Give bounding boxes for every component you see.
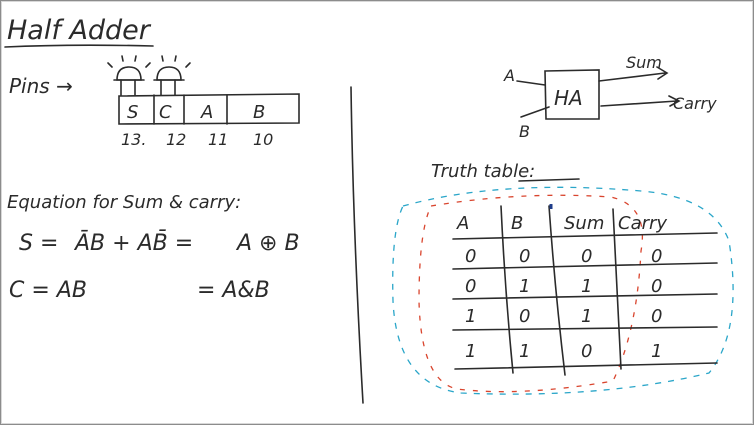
table-cell: 0 [581, 341, 592, 362]
table-cell: 0 [519, 246, 530, 267]
block-label: HA [554, 86, 583, 110]
table-cell: 0 [519, 306, 530, 327]
pin-number: 13. [121, 130, 146, 149]
pin-number: 12 [166, 130, 186, 149]
table-header: A [456, 213, 469, 234]
pins-label: Pins → [9, 74, 73, 98]
sum-equation-xor: A ⊕ B [235, 231, 300, 256]
equation-heading: Equation for Sum & carry: [7, 192, 241, 213]
table-cell: 0 [651, 276, 662, 297]
carry-equation-lhs: C = AB [9, 278, 87, 303]
table-cell: 0 [465, 276, 476, 297]
led-carry-icon [153, 55, 191, 96]
table-cell: 1 [465, 306, 476, 327]
pin-letter: S [127, 102, 138, 123]
sum-equation-terms: ĀB + AB̄ = [73, 230, 193, 256]
pin-letter: C [159, 102, 172, 123]
table-cell: 1 [651, 341, 662, 362]
table-cell: 0 [651, 246, 662, 267]
pin-number: 10 [253, 130, 273, 149]
whiteboard-drawing: Half Adder Pins → SCAB 13. 12 11 10 Equatio… [4, 15, 734, 404]
block-output-sum: Sum [626, 53, 662, 72]
pin-numbers: 13. 12 11 10 [121, 130, 273, 149]
title-underline [4, 44, 154, 48]
pin-letter: A [200, 102, 213, 123]
dashed-outline-red [418, 194, 643, 393]
led-sum-icon [107, 55, 151, 96]
truth-table-title: Truth table: [431, 161, 535, 182]
table-cell: 1 [519, 276, 530, 297]
table-cell: 1 [581, 306, 592, 327]
block-input-a: A [503, 66, 515, 85]
block-output-carry: Carry [673, 94, 717, 113]
pin-letters: SC A B [127, 102, 265, 123]
table-header: Carry [618, 213, 667, 234]
table-header: Sum [564, 213, 604, 234]
whiteboard-canvas: Half Adder Pins → SCAB 13. 12 11 10 Equatio… [0, 0, 754, 425]
table-cell: 0 [581, 246, 592, 267]
table-header: B [511, 213, 523, 234]
page-title: Half Adder [7, 15, 152, 46]
divider-line [350, 86, 364, 404]
table-cell: 0 [651, 306, 662, 327]
table-cell: 1 [519, 341, 530, 362]
table-cell: 0 [465, 246, 476, 267]
half-adder-block [516, 66, 681, 120]
pin-letter: B [253, 102, 265, 123]
table-cell: 1 [465, 341, 476, 362]
block-input-b: B [519, 122, 530, 141]
carry-equation-rhs: = A&B [197, 278, 270, 303]
pin-number: 11 [208, 130, 228, 149]
table-cell: 1 [581, 276, 592, 297]
sum-equation-lhs: S = [19, 231, 58, 256]
